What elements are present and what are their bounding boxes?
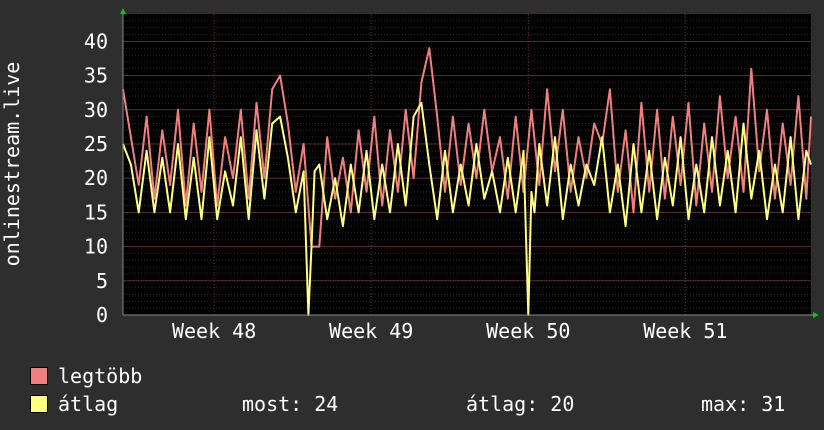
legend-row-avg: átlag most: 24 átlag: 20 max: 31 [30, 390, 820, 418]
y-axis-label: onlinestream.live [0, 62, 24, 267]
y-tick-label: 5 [96, 269, 108, 293]
y-tick-label: 0 [96, 303, 108, 327]
x-tick-label: Week 48 [172, 319, 256, 343]
y-tick-label: 15 [84, 200, 108, 224]
x-tick-label: Week 51 [643, 319, 727, 343]
y-tick-label: 40 [84, 29, 108, 53]
y-tick-label: 35 [84, 64, 108, 88]
x-axis-arrow-icon [813, 312, 819, 318]
stat-maximum: max: 31 [701, 392, 786, 416]
x-tick-label: Week 50 [486, 319, 570, 343]
y-tick-label: 10 [84, 235, 108, 259]
legend-label-avg: átlag [58, 392, 119, 416]
legend: legtöbb átlag most: 24 átlag: 20 max: 31 [30, 362, 820, 418]
stat-current: most: 24 [242, 392, 339, 416]
x-tick-labels: Week 48 Week 49 Week 50 Week 51 [172, 319, 728, 343]
legend-swatch-max [30, 367, 48, 385]
stat-average: átlag: 20 [466, 392, 575, 416]
x-tick-label: Week 49 [329, 319, 413, 343]
legend-row-max: legtöbb [30, 362, 820, 390]
y-tick-label: 25 [84, 132, 108, 156]
y-tick-label: 30 [84, 98, 108, 122]
legend-label-max: legtöbb [58, 364, 143, 388]
y-tick-label: 20 [84, 166, 108, 190]
y-axis-arrow-icon [120, 8, 126, 14]
y-tick-labels: 0 5 10 15 20 25 30 35 40 [84, 29, 108, 327]
plot-background [123, 14, 811, 315]
legend-swatch-avg [30, 395, 48, 413]
